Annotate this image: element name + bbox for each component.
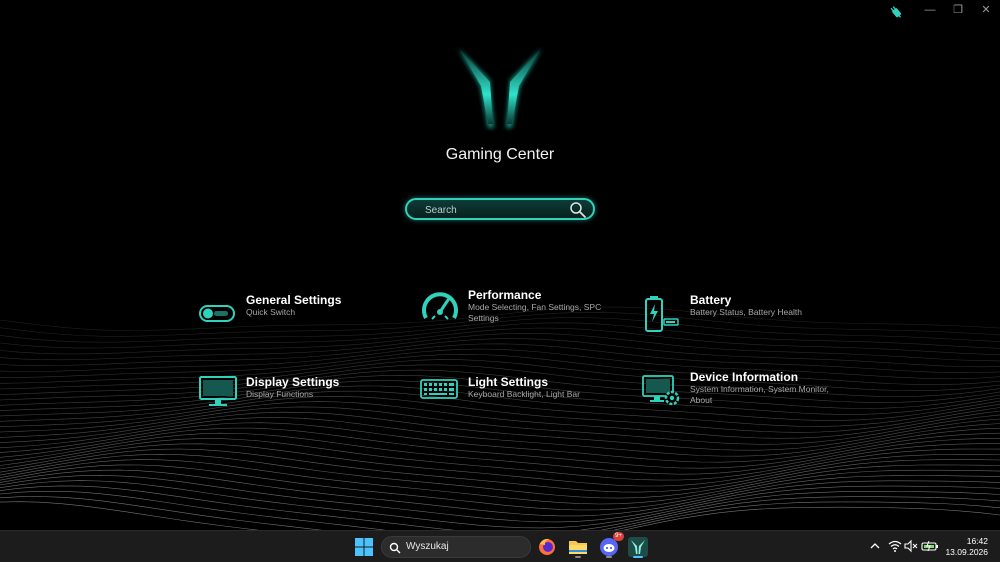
wave-line — [0, 332, 1000, 362]
tile-title: General Settings — [246, 293, 342, 307]
tile-subtitle: Keyboard Backlight, Light Bar — [468, 389, 580, 399]
clock-time: 16:42 — [966, 536, 988, 546]
search-icon[interactable] — [569, 201, 587, 219]
plug-icon[interactable] — [888, 4, 904, 20]
taskbar-gaming-center[interactable] — [626, 535, 650, 559]
monitor-icon — [199, 376, 237, 406]
brand-logo — [458, 48, 542, 128]
chevron-up-icon[interactable] — [868, 539, 882, 553]
tile-title: Display Settings — [246, 375, 340, 389]
speaker-muted-icon[interactable] — [904, 539, 918, 553]
running-indicator — [575, 556, 581, 558]
wave-line — [0, 480, 1000, 529]
tile-display-settings[interactable]: Display Settings Display Functions — [198, 375, 398, 419]
gaming-center-window: — ❐ ✕ Gaming Center Search General Setti… — [0, 0, 1000, 530]
tile-subtitle: Display Functions — [246, 389, 314, 399]
tile-subtitle: Quick Switch — [246, 307, 296, 317]
tile-subtitle: Battery Status, Battery Health — [690, 307, 802, 317]
tile-device-information[interactable]: Device Information System Information, S… — [642, 370, 842, 414]
wave-line — [0, 338, 1000, 368]
keyboard-icon — [420, 379, 458, 399]
close-button[interactable]: ✕ — [972, 2, 1000, 18]
speedometer-icon — [422, 292, 458, 320]
tile-battery[interactable]: Battery Battery Status, Battery Health — [642, 293, 842, 337]
search-input[interactable] — [425, 202, 565, 218]
taskbar-firefox[interactable] — [535, 535, 559, 559]
taskbar-file-explorer[interactable] — [566, 535, 590, 559]
tile-title: Battery — [690, 293, 732, 307]
wave-line — [0, 417, 1000, 457]
minimize-button[interactable]: — — [916, 2, 944, 18]
wave-line — [0, 422, 1000, 463]
taskbar-search[interactable]: Wyszukaj — [381, 536, 531, 558]
firefox-icon — [539, 538, 555, 555]
taskbar-clock[interactable]: 16:42 13.09.2026 — [945, 536, 988, 558]
wave-line — [0, 438, 1000, 481]
battery-icon — [645, 296, 679, 332]
tile-subtitle: Mode Selecting, Fan Settings, SPC Settin… — [468, 302, 602, 323]
tile-light-settings[interactable]: Light Settings Keyboard Backlight, Light… — [420, 375, 620, 419]
toggle-icon — [199, 305, 235, 322]
tile-subtitle: System Information, System Monitor, Abou… — [690, 384, 829, 405]
device-gear-icon — [642, 375, 680, 406]
wave-line — [0, 501, 1000, 530]
tile-title: Light Settings — [468, 375, 548, 389]
search-box[interactable] — [405, 198, 595, 220]
windows-start-icon[interactable] — [352, 535, 376, 559]
wave-line — [0, 496, 1000, 530]
active-indicator — [633, 556, 643, 558]
restore-button[interactable]: ❐ — [944, 2, 972, 18]
clock-date: 13.09.2026 — [945, 547, 988, 557]
taskbar: Wyszukaj 9+ 16:42 13.09.2026 — [0, 530, 1000, 562]
app-title: Gaming Center — [445, 146, 555, 163]
taskbar-discord[interactable]: 9+ — [597, 532, 624, 559]
running-indicator — [606, 556, 612, 558]
search-icon — [389, 542, 401, 554]
wifi-icon[interactable] — [888, 539, 902, 553]
tile-general-settings[interactable]: General Settings Quick Switch — [198, 293, 398, 337]
taskbar-search-label: Wyszukaj — [406, 541, 449, 552]
window-controls: — ❐ ✕ — [916, 2, 1000, 18]
notification-badge: 9+ — [613, 532, 624, 541]
tile-performance[interactable]: Performance Mode Selecting, Fan Settings… — [420, 288, 620, 332]
tile-title: Performance — [468, 288, 542, 302]
wave-line — [0, 469, 1000, 517]
tile-title: Device Information — [690, 370, 799, 384]
battery-charging-icon[interactable] — [921, 539, 939, 553]
